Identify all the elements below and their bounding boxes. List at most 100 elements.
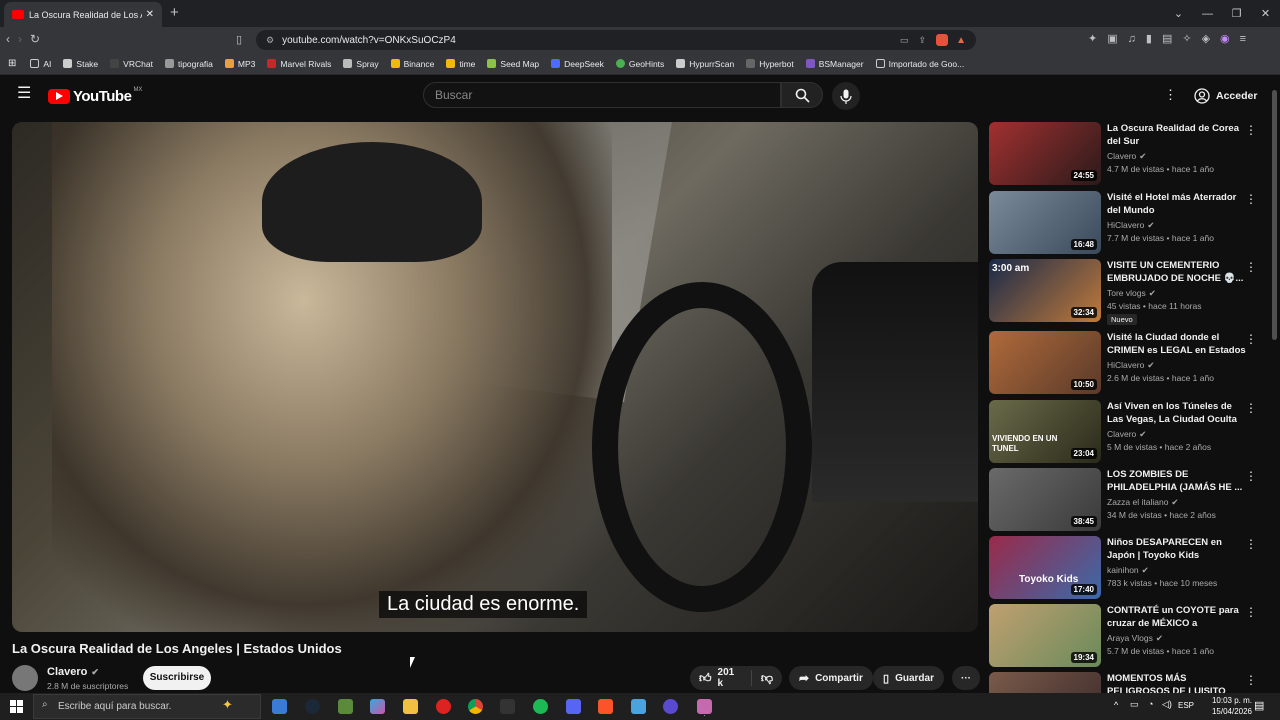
bookmark-tipografia[interactable]: tipografia — [164, 59, 213, 69]
recommended-video[interactable]: Toyoko Kids 17:40 Niños DESAPARECEN en Ja… — [989, 536, 1264, 600]
more-vertical-icon[interactable]: ⋮ — [1245, 193, 1257, 205]
bookmark-imported[interactable]: Importado de Goo... — [875, 59, 964, 69]
omnibox[interactable]: ⚙ youtube.com/watch?v=ONKxSuOCzP4 ▭ ⇪ ▲ — [256, 30, 976, 50]
bookmark-bsmanager[interactable]: BSManager — [805, 59, 864, 69]
brave-shield-icon[interactable] — [936, 34, 949, 46]
file-explorer-icon[interactable] — [403, 699, 418, 714]
save-button[interactable]: ▯ Guardar — [873, 666, 944, 690]
bookmark-deepseek[interactable]: DeepSeek — [551, 59, 604, 69]
more-vertical-icon[interactable]: ⋮ — [1245, 674, 1257, 686]
close-window-icon[interactable]: ✕ — [1251, 7, 1280, 20]
restore-icon[interactable]: ❐ — [1222, 7, 1251, 20]
video-thumbnail[interactable]: 19:34 — [989, 604, 1101, 667]
system-clock[interactable]: 10:03 p. m. 15/04/2026 — [1212, 695, 1252, 717]
bookmark-stake[interactable]: Stake — [63, 59, 98, 69]
epic-games-icon[interactable] — [500, 699, 515, 714]
more-vertical-icon[interactable]: ⋮ — [1245, 124, 1257, 136]
video-thumbnail[interactable] — [989, 672, 1101, 693]
video-thumbnail[interactable]: Toyoko Kids 17:40 — [989, 536, 1101, 599]
volume-icon[interactable]: ◁) — [1162, 699, 1172, 710]
extensions-icon[interactable]: ✦ — [1088, 32, 1097, 45]
video-thumbnail[interactable]: 10:50 — [989, 331, 1101, 394]
network-icon[interactable]: ▭ — [1130, 699, 1139, 710]
bookmark-marvel-rivals[interactable]: Marvel Rivals — [267, 59, 331, 69]
recommended-video[interactable]: 38:45 LOS ZOMBIES DE PHILADELPHIA (JAMÁS… — [989, 468, 1264, 532]
more-vertical-icon[interactable]: ⋮ — [1245, 261, 1257, 273]
more-vertical-icon[interactable]: ⋮ — [1245, 606, 1257, 618]
browser-tab[interactable]: La Oscura Realidad de Los Angeles | Esta… — [4, 2, 162, 27]
more-vertical-icon[interactable]: ⋮ — [1245, 470, 1257, 482]
forward-icon[interactable]: › — [18, 32, 22, 46]
cast-icon[interactable]: ▭ — [900, 35, 909, 46]
dislike-button[interactable]: 👎︎ — [752, 671, 782, 686]
settings-more-icon[interactable]: ⋮ — [1164, 87, 1177, 103]
task-view-icon[interactable] — [272, 699, 287, 714]
minecraft-icon[interactable] — [338, 699, 353, 714]
app-icon[interactable] — [631, 699, 646, 714]
tab-search-icon[interactable]: ⌄ — [1164, 7, 1193, 20]
reload-icon[interactable]: ↻ — [30, 32, 40, 46]
input-language[interactable]: ESP — [1178, 701, 1194, 710]
bookmark-ai[interactable]: AI — [30, 59, 51, 69]
apps-icon[interactable]: ⊞ — [8, 58, 16, 69]
page-scrollbar[interactable] — [1272, 90, 1277, 340]
video-player[interactable] — [12, 122, 978, 632]
more-vertical-icon[interactable]: ⋮ — [1245, 333, 1257, 345]
channel-avatar[interactable] — [12, 665, 38, 691]
sidebar-icon[interactable]: ▮ — [1146, 32, 1152, 45]
copilot-sparkle-icon[interactable]: ✦ — [222, 697, 233, 713]
recommended-video[interactable]: 3:00 am 32:34 VISITE UN CEMENTERIO EMBRUJ… — [989, 259, 1264, 325]
channel-name[interactable]: Clavero ✔ — [47, 666, 99, 678]
recommended-video[interactable]: 24:55 La Oscura Realidad de Corea del Su… — [989, 122, 1264, 186]
menu-icon[interactable]: ≡ — [1240, 33, 1246, 45]
like-button[interactable]: 👍︎ 201 k — [690, 667, 752, 689]
brave-icon[interactable] — [598, 699, 613, 714]
minimize-icon[interactable]: — — [1193, 8, 1222, 20]
screenshot-icon[interactable]: ▣ — [1107, 32, 1117, 45]
recommended-video[interactable]: VIVIENDO EN UN TUNEL 23:04 Así Viven en l… — [989, 400, 1264, 464]
recommended-video[interactable]: 16:48 Visité el Hotel más Aterrador del … — [989, 191, 1264, 255]
brave-active-icon[interactable] — [697, 699, 712, 714]
vpn-tray-icon[interactable]: ◔ — [1148, 699, 1153, 709]
video-thumbnail[interactable]: VIVIENDO EN UN TUNEL 23:04 — [989, 400, 1101, 463]
notification-icon[interactable]: ▤ — [1254, 699, 1264, 712]
video-thumbnail[interactable]: 38:45 — [989, 468, 1101, 531]
more-actions-button[interactable]: ··· — [952, 666, 980, 690]
brave-rewards-icon[interactable]: ▲ — [956, 35, 966, 46]
copilot-icon[interactable] — [370, 699, 385, 714]
recommended-video[interactable]: 19:34 CONTRATÉ un COYOTE para cruzar de … — [989, 604, 1264, 668]
opera-icon[interactable] — [436, 699, 451, 714]
new-tab-button[interactable]: + — [170, 5, 179, 20]
bookmark-seed-map[interactable]: Seed Map — [487, 59, 539, 69]
app-arrow-icon[interactable] — [663, 699, 678, 714]
tray-chevron-icon[interactable]: ^ — [1114, 700, 1118, 710]
hamburger-menu-icon[interactable]: ☰ — [17, 86, 31, 102]
bookmark-hypurrscan[interactable]: HypurrScan — [676, 59, 734, 69]
bookmark-geohints[interactable]: GeoHints — [615, 59, 664, 69]
profile-icon[interactable]: ◉ — [1220, 32, 1230, 45]
steam-icon[interactable] — [305, 699, 320, 714]
video-thumbnail[interactable]: 3:00 am 32:34 — [989, 259, 1101, 322]
video-thumbnail[interactable]: 24:55 — [989, 122, 1101, 185]
share-icon[interactable]: ⇪ — [919, 35, 927, 46]
subscribe-button[interactable]: Suscribirse — [143, 666, 211, 690]
bookmark-binance[interactable]: Binance — [390, 59, 434, 69]
search-button[interactable] — [781, 82, 823, 108]
more-vertical-icon[interactable]: ⋮ — [1245, 538, 1257, 550]
vpn-icon[interactable]: ◈ — [1202, 32, 1210, 45]
windows-start-icon[interactable] — [10, 700, 23, 713]
bookmark-vrchat[interactable]: VRChat — [110, 59, 153, 69]
site-info-icon[interactable]: ⚙ — [266, 35, 274, 46]
recommended-video[interactable]: MOMENTOS MÁS PELIGROSOS DE LUISITO COMUN… — [989, 672, 1264, 693]
bookmark-page-icon[interactable]: ▯ — [236, 33, 242, 46]
voice-search-button[interactable] — [832, 82, 860, 110]
bookmark-spray[interactable]: Spray — [343, 59, 379, 69]
more-vertical-icon[interactable]: ⋮ — [1245, 402, 1257, 414]
video-thumbnail[interactable]: 16:48 — [989, 191, 1101, 254]
bookmark-mp3[interactable]: MP3 — [224, 59, 255, 69]
spotify-icon[interactable] — [533, 699, 548, 714]
leo-icon[interactable]: ✧ — [1182, 32, 1191, 45]
sign-in-button[interactable]: Acceder — [1186, 83, 1265, 109]
youtube-logo[interactable]: YouTube MX — [48, 87, 142, 105]
share-button[interactable]: ➦ Compartir — [789, 666, 873, 690]
